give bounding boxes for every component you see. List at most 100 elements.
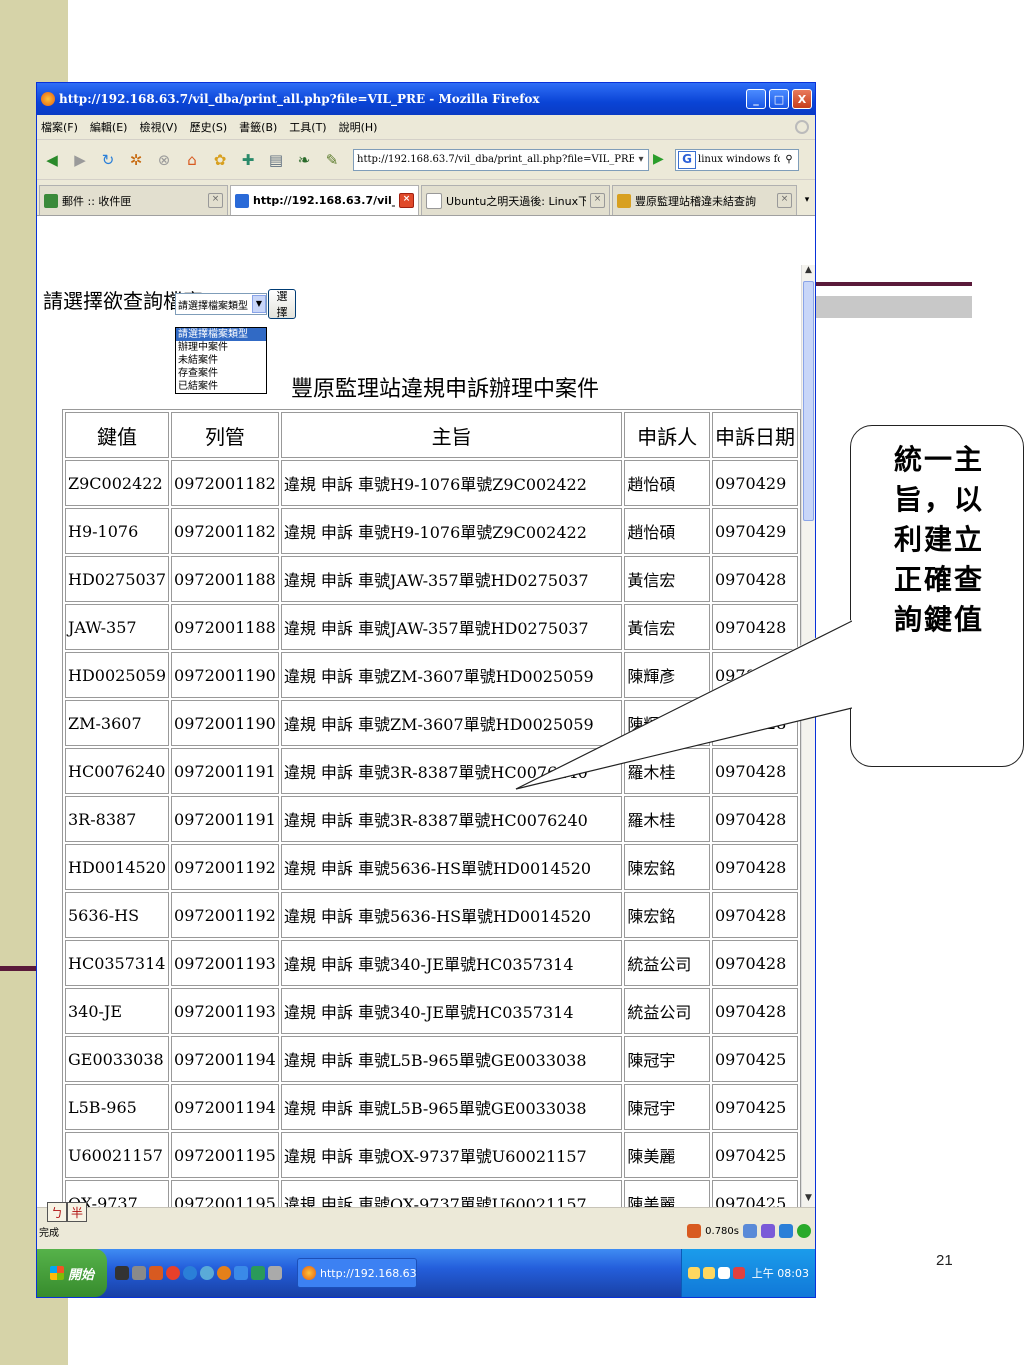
taskbar-firefox-item[interactable]: http://192.168.63.7/vil...	[297, 1258, 417, 1288]
tray-icon[interactable]	[717, 1267, 730, 1279]
cases-table: 鍵值 列管 主旨 申訴人 申訴日期 Z9C002422 0972001182 違規 …	[62, 409, 801, 1207]
cell-control-no: 0972001191	[171, 796, 279, 842]
cell-control-no: 0972001193	[171, 988, 279, 1034]
url-text[interactable]: http://192.168.63.7/vil_dba/print_all.ph…	[357, 154, 634, 165]
table-row: Z9C002422 0972001182 違規 申訴 車號H9-1076單號Z9C0…	[65, 460, 798, 506]
menu-tools[interactable]: 工具(T)	[289, 119, 326, 135]
cell-complainant: 羅木桂	[624, 796, 710, 842]
start-button[interactable]: 開始	[37, 1249, 107, 1297]
address-bar[interactable]: http://192.168.63.7/vil_dba/print_all.ph…	[353, 148, 649, 171]
tab-violation-query[interactable]: 豐原監理站稽違未結查詢 ×	[612, 185, 798, 215]
app-icon[interactable]	[149, 1266, 163, 1280]
slide-rule-bottom	[0, 966, 40, 971]
cell-key: JAW-357	[65, 604, 170, 650]
tab-close-icon[interactable]: ×	[590, 193, 606, 208]
back-icon[interactable]: ◀	[41, 149, 63, 171]
slide-page-number: 21	[936, 1252, 953, 1269]
cell-control-no: 0972001194	[171, 1084, 279, 1130]
tab-close-icon[interactable]: ×	[399, 193, 415, 208]
ok-icon[interactable]	[797, 1224, 811, 1238]
tab-list-chevron-icon[interactable]: ▾	[799, 185, 815, 215]
cell-key: H9-1076	[65, 508, 170, 554]
search-icon[interactable]: ⚲	[780, 154, 798, 165]
scroll-up-icon[interactable]: ▲	[802, 265, 815, 279]
firefox-icon[interactable]	[217, 1266, 231, 1280]
report-title: 豐原監理站違規申訴辦理中案件	[291, 377, 600, 402]
cell-control-no: 0972001191	[171, 748, 279, 794]
browser-icon[interactable]	[200, 1266, 214, 1280]
dropdown-option[interactable]: 請選擇檔案類型	[176, 328, 266, 341]
navigation-toolbar: ◀ ▶ ↻ ✲ ⊗ ⌂ ✿ ✚ ▤ ❧ ✎ http://192.168.63.…	[37, 140, 815, 180]
ie-icon[interactable]	[183, 1266, 197, 1280]
opera-icon[interactable]	[166, 1266, 180, 1280]
tab-close-icon[interactable]: ×	[777, 193, 793, 208]
page-info-icon[interactable]	[743, 1224, 757, 1238]
scrollbar-thumb[interactable]	[803, 281, 814, 521]
cell-subject: 違規 申訴 車號340-JE單號HC0357314	[280, 940, 623, 986]
dropdown-option[interactable]: 未結案件	[176, 354, 266, 367]
go-icon[interactable]: ▶	[653, 151, 671, 169]
chevron-down-icon[interactable]: ▼	[252, 295, 266, 313]
file-type-select[interactable]: 請選擇檔案類型 ▼	[175, 293, 267, 315]
search-box[interactable]: G linux windows font ⚲	[675, 148, 799, 171]
timer-icon	[687, 1224, 702, 1238]
page-icon	[235, 193, 250, 208]
menu-edit[interactable]: 編輯(E)	[90, 119, 128, 135]
ime-bopomofo[interactable]: ㄅ	[47, 1202, 67, 1222]
tab-close-icon[interactable]: ×	[208, 193, 224, 208]
app-icon[interactable]	[234, 1266, 248, 1280]
chevron-down-icon[interactable]: ▾	[634, 154, 648, 165]
tray-icon[interactable]	[732, 1267, 745, 1279]
leaf-icon[interactable]: ❧	[293, 149, 315, 171]
stop-icon[interactable]: ⊗	[153, 149, 175, 171]
tray-icon[interactable]	[702, 1267, 715, 1279]
tray-icon[interactable]	[687, 1267, 700, 1279]
menu-help[interactable]: 說明(H)	[339, 119, 378, 135]
forward-icon[interactable]: ▶	[69, 149, 91, 171]
tab-mail[interactable]: 郵件 :: 收件匣 ×	[39, 185, 229, 215]
tab-ubuntu-blog[interactable]: Ubuntu之明天過後: Linux下Java的中... ×	[421, 185, 611, 215]
table-row: 340-JE 0972001193 違規 申訴 車號340-JE單號HC035731…	[65, 988, 798, 1034]
app-icon[interactable]	[268, 1266, 282, 1280]
file-type-dropdown: 請選擇檔案類型 辦理中案件 未結案件 存查案件 已結案件	[175, 327, 267, 394]
tab-print-all[interactable]: http://192.168.63.7/vil_dba/prin... ×	[230, 185, 420, 215]
minimize-button[interactable]: _	[746, 89, 766, 109]
cell-subject: 違規 申訴 車號5636-HS單號HD0014520	[280, 844, 623, 890]
ime-halfwidth[interactable]: 半	[67, 1202, 87, 1222]
cmd-icon[interactable]	[115, 1266, 129, 1280]
close-button[interactable]: X	[792, 89, 812, 109]
windows-logo-icon	[49, 1266, 64, 1280]
dropdown-option[interactable]: 辦理中案件	[176, 341, 266, 354]
extension-icon[interactable]: ✎	[321, 149, 343, 171]
search-engine-icon[interactable]: G	[678, 150, 696, 169]
cell-key: HC0357314	[65, 940, 170, 986]
choose-button[interactable]: 選擇	[268, 289, 296, 319]
dropdown-option[interactable]: 存查案件	[176, 367, 266, 380]
cell-complainant: 統益公司	[624, 940, 710, 986]
ie-icon[interactable]	[779, 1224, 793, 1238]
print-icon[interactable]: ▤	[265, 149, 287, 171]
clock[interactable]: 上午 08:03	[752, 1265, 809, 1281]
app-icon[interactable]	[132, 1266, 146, 1280]
reload-icon[interactable]: ↻	[97, 149, 119, 171]
search-input[interactable]: linux windows font	[698, 154, 780, 165]
menu-bookmarks[interactable]: 書籤(B)	[239, 119, 277, 135]
maximize-button[interactable]: □	[769, 89, 789, 109]
bookmark-add-icon[interactable]: ✚	[237, 149, 259, 171]
cell-complainant: 陳冠宇	[624, 1036, 710, 1082]
callout-pointer	[515, 620, 852, 790]
addon-icon[interactable]: ✿	[209, 149, 231, 171]
app-icon[interactable]	[251, 1266, 265, 1280]
menu-view[interactable]: 檢視(V)	[139, 119, 177, 135]
menu-history[interactable]: 歷史(S)	[190, 119, 228, 135]
home-icon[interactable]: ⌂	[181, 149, 203, 171]
dropdown-option[interactable]: 已結案件	[176, 380, 266, 393]
cell-date: 0970425	[711, 1132, 798, 1178]
ime-indicator[interactable]: ㄅ 半	[47, 1202, 87, 1222]
bug-icon[interactable]: ✲	[125, 149, 147, 171]
scroll-down-icon[interactable]: ▼	[802, 1193, 815, 1207]
slide-rule-shadow	[816, 296, 972, 318]
edit-icon[interactable]	[761, 1224, 775, 1238]
menu-file[interactable]: 檔案(F)	[41, 119, 78, 135]
cell-key: HD0014520	[65, 844, 170, 890]
